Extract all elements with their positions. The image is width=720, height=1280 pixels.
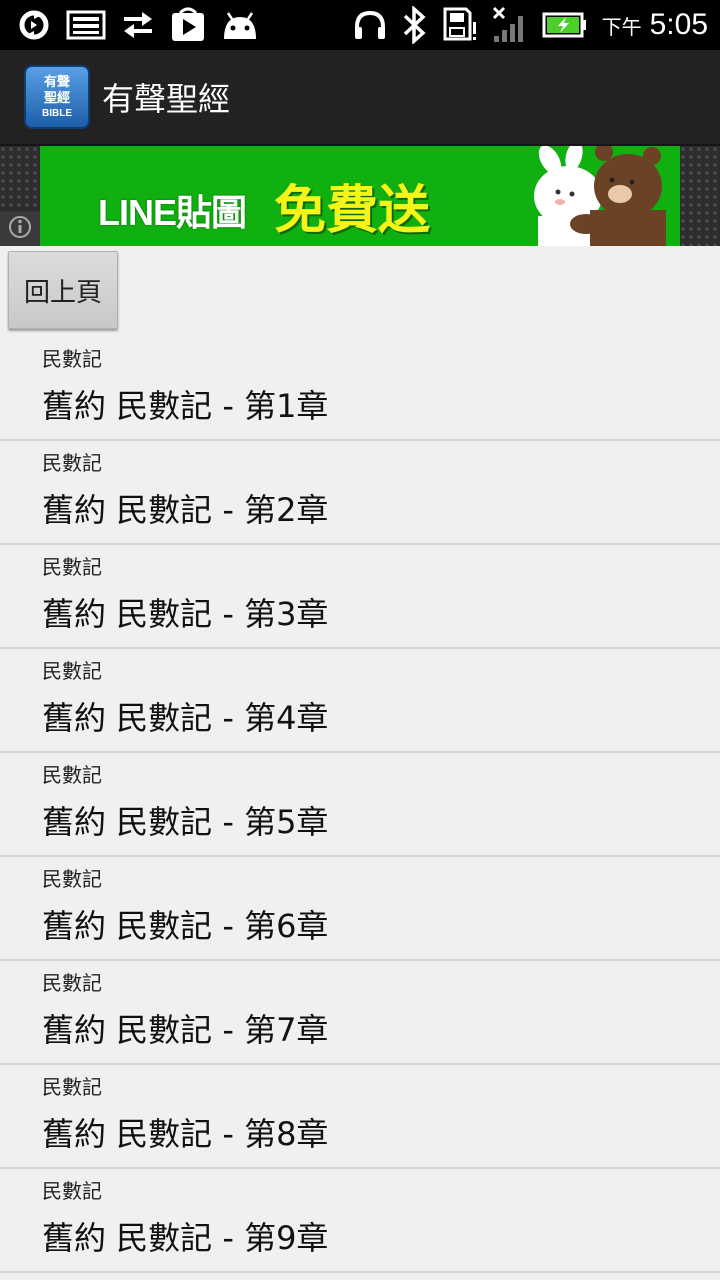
list-item-subtitle: 民數記 [42,1075,102,1099]
list-item-title: 舊約 民數記 - 第7章 [42,1011,329,1049]
sd-card-warning-icon [442,6,478,44]
data-transfer-icon [120,9,156,41]
list-item-title: 舊約 民數記 - 第4章 [42,699,329,737]
headphones-icon [352,9,388,41]
bear-rabbit-sticker-icon [520,146,670,246]
list-item-subtitle: 民數記 [42,971,102,995]
action-bar: 有聲 聖經 BIBLE 有聲聖經 [0,50,720,146]
list-item[interactable]: 民數記 舊約 民數記 - 第3章 [0,545,720,649]
list-item-title: 舊約 民數記 - 第6章 [42,907,329,945]
list-item[interactable]: 民數記 舊約 民數記 - 第5章 [0,753,720,857]
info-icon [7,214,33,244]
ad-info-button[interactable] [0,212,40,246]
sync-icon [16,7,52,43]
list-item[interactable]: 民數記 舊約 民數記 - 第6章 [0,857,720,961]
list-item[interactable]: 民數記 舊約 民數記 - 第2章 [0,441,720,545]
ad-free-text: 免費送 [274,181,431,241]
ad-strip: LINE貼圖 免費送 [0,146,720,246]
android-icon [220,9,260,41]
bluetooth-icon [402,6,428,44]
list-item[interactable]: 民數記 舊約 民數記 - 第7章 [0,961,720,1065]
list-item[interactable]: 民數記 舊約 民數記 - 第1章 [0,337,720,441]
notification-image-icon [66,9,106,41]
list-item-subtitle: 民數記 [42,555,102,579]
list-item-subtitle: 民數記 [42,867,102,891]
list-item-title: 舊約 民數記 - 第1章 [42,387,329,425]
play-store-icon [170,7,206,43]
back-button[interactable]: 回上頁 [8,251,118,329]
list-item[interactable]: 民數記 舊約 民數記 - 第4章 [0,649,720,753]
list-item-subtitle: 民數記 [42,659,102,683]
list-item-title: 舊約 民數記 - 第2章 [42,491,329,529]
ad-line-text: LINE貼圖 [98,192,247,233]
ad-banner[interactable]: LINE貼圖 免費送 [40,146,680,246]
status-bar: 下午 5:05 [0,0,720,50]
app-icon[interactable]: 有聲 聖經 BIBLE [24,65,90,129]
list-item-subtitle: 民數記 [42,1179,102,1203]
list-item[interactable]: 民數記 舊約 民數記 - 第9章 [0,1169,720,1273]
battery-charging-icon [542,11,588,39]
status-time: 5:05 [649,8,708,41]
list-item-title: 舊約 民數記 - 第8章 [42,1115,329,1153]
list-item-subtitle: 民數記 [42,763,102,787]
chapter-list: 民數記 舊約 民數記 - 第1章 民數記 舊約 民數記 - 第2章 民數記 舊約… [0,337,720,1273]
list-item-subtitle: 民數記 [42,347,102,371]
list-item-subtitle: 民數記 [42,451,102,475]
list-item-title: 舊約 民數記 - 第3章 [42,595,329,633]
no-signal-icon [492,6,528,44]
app-title: 有聲聖經 [102,80,231,118]
app-icon-line1: 有聲 [43,74,70,90]
list-item[interactable]: 民數記 舊約 民數記 - 第8章 [0,1065,720,1169]
app-icon-line3: BIBLE [42,107,72,119]
status-ampm: 下午 [601,15,642,39]
list-item-title: 舊約 民數記 - 第9章 [42,1219,329,1257]
app-icon-line2: 聖經 [43,90,70,106]
list-item-title: 舊約 民數記 - 第5章 [42,803,329,841]
